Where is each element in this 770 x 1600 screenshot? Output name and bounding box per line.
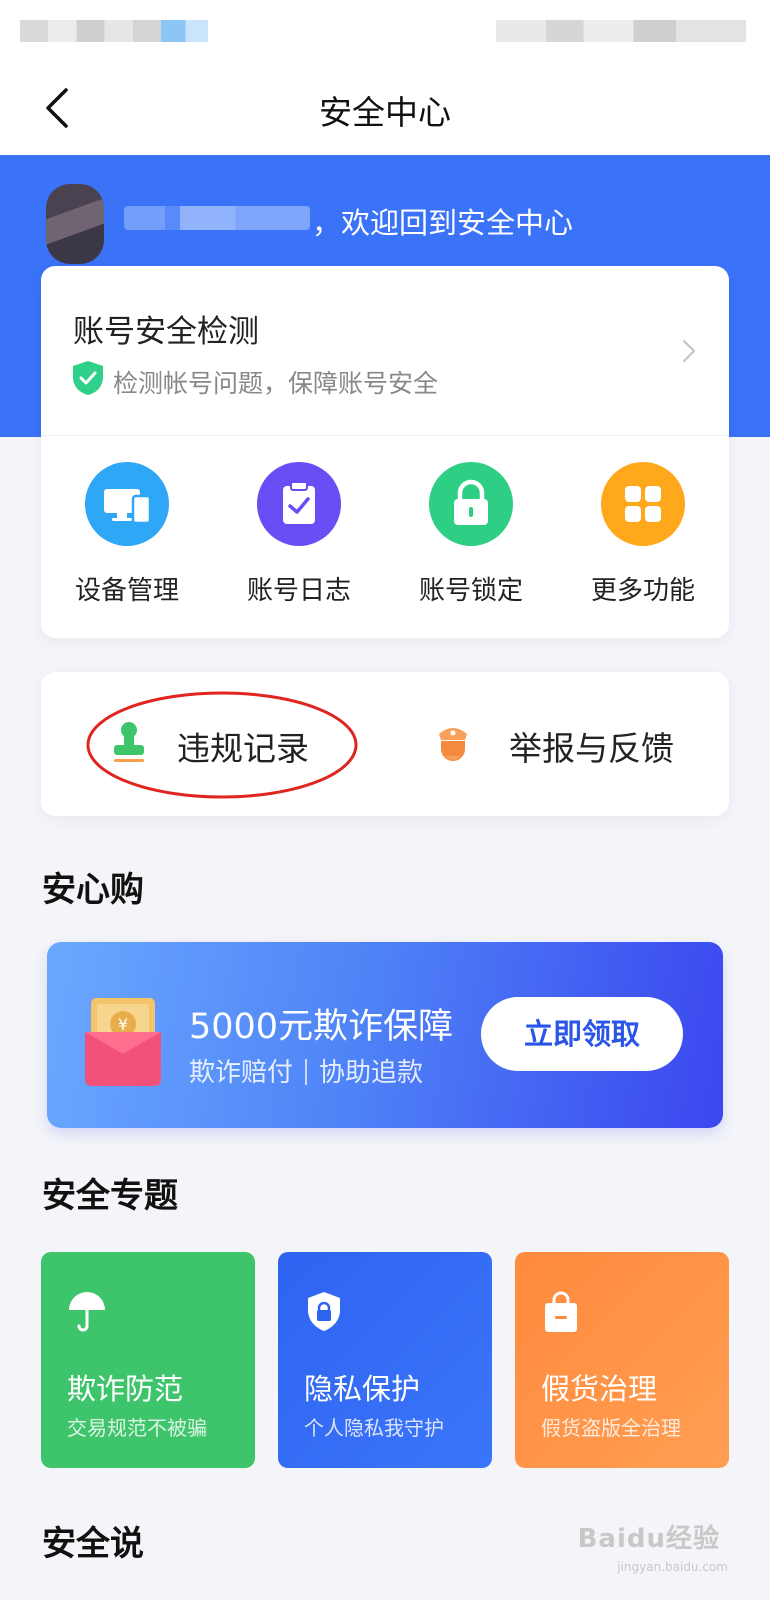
section-title-shop: 安心购 [42, 870, 144, 910]
shield-check-icon [73, 361, 103, 395]
grid-icon [601, 462, 685, 546]
avatar[interactable] [46, 184, 104, 264]
feature-label: 更多功能 [590, 576, 695, 606]
status-bar [0, 0, 770, 60]
fraud-guarantee-banner[interactable]: ¥ 5000元欺诈保障 欺诈赔付 协助追款 立即领取 [47, 942, 723, 1128]
feature-account-lock[interactable]: 账号锁定 [385, 436, 557, 638]
violation-record-button[interactable]: 违规记录 [41, 672, 385, 816]
feature-more[interactable]: 更多功能 [557, 436, 729, 638]
topic-subtitle: 交易规范不被骗 [67, 1416, 207, 1440]
account-card: 账号安全检测 检测帐号问题，保障账号安全 设备管理 账号日志 账号锁定 更多功能 [41, 266, 729, 638]
clipboard-icon [257, 462, 341, 546]
lock-icon [429, 462, 513, 546]
page-title: 安全中心 [319, 93, 451, 132]
topic-cards: 欺诈防范 交易规范不被骗 隐私保护 个人隐私我守护 假货治理 假货盗版全治理 [41, 1252, 729, 1468]
watermark-url: jingyan.baidu.com [617, 1560, 728, 1574]
violation-record-label: 违规记录 [177, 729, 309, 768]
section-title-topics: 安全专题 [42, 1176, 178, 1216]
feature-device-management[interactable]: 设备管理 [41, 436, 213, 638]
report-feedback-button[interactable]: 举报与反馈 [385, 672, 729, 816]
nav-bar: 安全中心 [0, 60, 770, 155]
banner-title: 5000元欺诈保障 [189, 1007, 454, 1047]
account-check-subtitle: 检测帐号问题，保障账号安全 [113, 369, 439, 398]
report-feedback-label: 举报与反馈 [509, 729, 674, 768]
shield-lock-icon [308, 1292, 340, 1331]
devices-icon [85, 462, 169, 546]
feature-label: 账号锁定 [418, 576, 523, 606]
account-check-title: 账号安全检测 [73, 314, 259, 350]
status-bar-left-blurred [20, 20, 208, 42]
red-envelope-icon: ¥ [85, 998, 161, 1086]
feature-label: 账号日志 [246, 576, 351, 606]
feature-account-log[interactable]: 账号日志 [213, 436, 385, 638]
topic-fraud-prevention[interactable]: 欺诈防范 交易规范不被骗 [41, 1252, 255, 1468]
topic-title: 假货治理 [541, 1372, 658, 1406]
feature-label: 设备管理 [74, 576, 179, 606]
chevron-right-icon [682, 339, 696, 363]
police-icon [439, 728, 467, 761]
svg-text:¥: ¥ [118, 1015, 128, 1034]
account-security-check[interactable]: 账号安全检测 检测帐号问题，保障账号安全 [41, 266, 729, 436]
topic-subtitle: 假货盗版全治理 [541, 1416, 681, 1440]
banner-subtitle-1: 欺诈赔付 [189, 1058, 294, 1088]
banner-subtitle: 欺诈赔付 协助追款 [189, 1052, 423, 1089]
watermark-logo: Baidu经验 [577, 1524, 720, 1554]
divider [305, 1059, 308, 1085]
status-bar-right-blurred [496, 20, 746, 42]
shopping-bag-icon [545, 1291, 577, 1332]
feature-grid: 设备管理 账号日志 账号锁定 更多功能 [41, 436, 729, 638]
topic-title: 欺诈防范 [67, 1372, 184, 1406]
username-blurred [124, 206, 310, 230]
topic-counterfeit-governance[interactable]: 假货治理 假货盗版全治理 [515, 1252, 729, 1468]
section-title-talk: 安全说 [42, 1524, 144, 1564]
quick-actions-card: 违规记录 举报与反馈 [41, 672, 729, 816]
welcome-text: ，欢迎回到安全中心 [312, 206, 574, 240]
topic-title: 隐私保护 [304, 1372, 421, 1406]
banner-subtitle-2: 协助追款 [319, 1058, 424, 1088]
stamp-icon [114, 722, 144, 762]
topic-subtitle: 个人隐私我守护 [304, 1416, 444, 1440]
umbrella-icon [69, 1292, 105, 1332]
claim-now-button[interactable]: 立即领取 [481, 997, 683, 1071]
topic-privacy-protection[interactable]: 隐私保护 个人隐私我守护 [278, 1252, 492, 1468]
